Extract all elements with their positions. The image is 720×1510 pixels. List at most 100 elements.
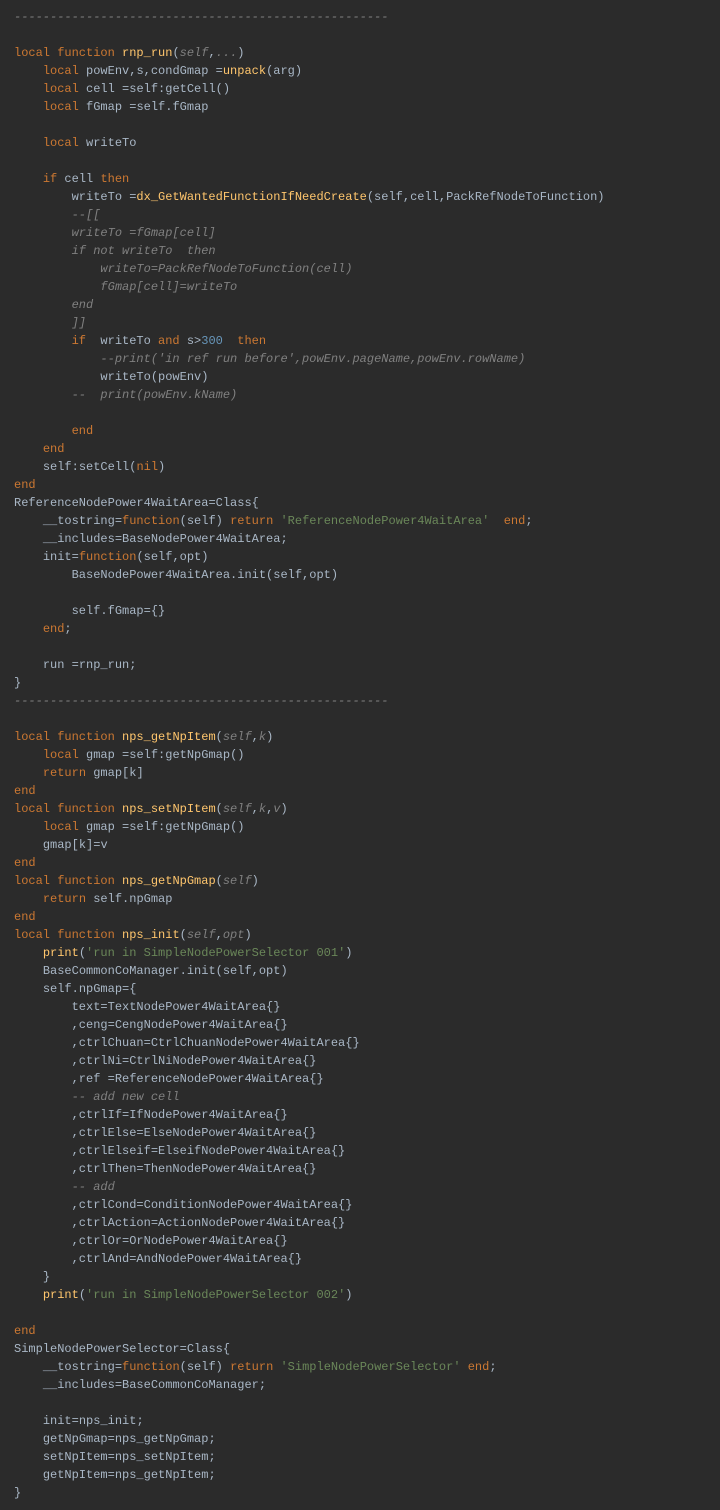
token-nm: SimpleNodePowerSelector (14, 1342, 180, 1356)
code-line[interactable]: } (14, 1486, 21, 1500)
code-line[interactable]: ReferenceNodePower4WaitArea=Class{ (14, 496, 259, 510)
code-line[interactable]: end (14, 784, 36, 798)
code-line[interactable]: if cell then (14, 172, 129, 186)
code-line[interactable]: writeTo=PackRefNodeToFunction(cell) (14, 262, 352, 276)
code-line[interactable]: local gmap =self:getNpGmap() (14, 748, 244, 762)
code-line[interactable]: local function rnp_run(self,...) (14, 46, 244, 60)
token-kw: local (43, 748, 86, 762)
code-line[interactable]: print('run in SimpleNodePowerSelector 00… (14, 1288, 352, 1302)
code-line[interactable]: ,ctrlThen=ThenNodePower4WaitArea{} (14, 1162, 316, 1176)
token-nm: ) (158, 460, 165, 474)
code-line[interactable]: ,ctrlElseif=ElseifNodePower4WaitArea{} (14, 1144, 345, 1158)
token-pun: (self) (180, 1360, 230, 1374)
token-op: = (216, 64, 223, 78)
code-line[interactable]: __tostring=function(self) return 'Refere… (14, 514, 533, 528)
code-line[interactable]: if writeTo and s>300 then (14, 334, 266, 348)
code-line[interactable]: return gmap[k] (14, 766, 144, 780)
code-line[interactable]: writeTo =fGmap[cell] (14, 226, 216, 240)
code-line[interactable]: } (14, 1270, 50, 1284)
code-line[interactable]: --print('in ref run before',powEnv.pageN… (14, 352, 525, 366)
code-line[interactable]: BaseNodePower4WaitArea.init(self,opt) (14, 568, 338, 582)
code-line[interactable]: ,ceng=CengNodePower4WaitArea{} (14, 1018, 288, 1032)
code-line[interactable]: local writeTo (14, 136, 136, 150)
code-line[interactable]: setNpItem=nps_setNpItem; (14, 1450, 216, 1464)
code-line[interactable]: run =rnp_run; (14, 658, 136, 672)
code-line[interactable]: -- add (14, 1180, 115, 1194)
token-pun: ( (216, 802, 223, 816)
code-line[interactable]: ,ctrlOr=OrNodePower4WaitArea{} (14, 1234, 288, 1248)
code-line[interactable]: getNpItem=nps_getNpItem; (14, 1468, 216, 1482)
code-line[interactable]: local cell =self:getCell() (14, 82, 230, 96)
code-line[interactable]: self.npGmap={ (14, 982, 136, 996)
code-line[interactable]: ,ctrlCond=ConditionNodePower4WaitArea{} (14, 1198, 352, 1212)
code-line[interactable]: ]] (14, 316, 86, 330)
code-line[interactable]: __includes=BaseNodePower4WaitArea; (14, 532, 288, 546)
code-line[interactable]: local function nps_getNpGmap(self) (14, 874, 259, 888)
code-line[interactable]: ,ctrlElse=ElseNodePower4WaitArea{} (14, 1126, 316, 1140)
code-line[interactable]: return self.npGmap (14, 892, 172, 906)
token-pun: ; (525, 514, 532, 528)
code-line[interactable]: end; (14, 622, 72, 636)
code-line[interactable]: __includes=BaseCommonCoManager; (14, 1378, 266, 1392)
code-line[interactable]: local powEnv,s,condGmap =unpack(arg) (14, 64, 302, 78)
code-line[interactable]: fGmap[cell]=writeTo (14, 280, 237, 294)
code-line[interactable]: writeTo(powEnv) (14, 370, 208, 384)
code-line[interactable]: local function nps_setNpItem(self,k,v) (14, 802, 288, 816)
code-line[interactable]: } (14, 676, 21, 690)
code-line[interactable]: __tostring=function(self) return 'Simple… (14, 1360, 497, 1374)
token-cmt: --[[ (72, 208, 101, 222)
code-line[interactable]: init=function(self,opt) (14, 550, 208, 564)
code-line[interactable]: ,ref =ReferenceNodePower4WaitArea{} (14, 1072, 324, 1086)
code-line[interactable]: init=nps_init; (14, 1414, 144, 1428)
token-nm: init (43, 550, 72, 564)
token-kw: end (489, 514, 525, 528)
code-line[interactable]: ,ctrlAnd=AndNodePower4WaitArea{} (14, 1252, 302, 1266)
code-line[interactable]: ,ctrlAction=ActionNodePower4WaitArea{} (14, 1216, 345, 1230)
code-line[interactable]: text=TextNodePower4WaitArea{} (14, 1000, 280, 1014)
code-line[interactable]: gmap[k]=v (14, 838, 108, 852)
code-line[interactable]: local function nps_getNpItem(self,k) (14, 730, 273, 744)
token-par: self (180, 46, 209, 60)
token-nm: nps_getNpGmap; (115, 1432, 216, 1446)
code-line[interactable]: local fGmap =self.fGmap (14, 100, 208, 114)
code-line[interactable]: local gmap =self:getNpGmap() (14, 820, 244, 834)
code-line[interactable]: ----------------------------------------… (14, 10, 388, 24)
code-line[interactable]: SimpleNodePowerSelector=Class{ (14, 1342, 230, 1356)
token-nm: v (100, 838, 107, 852)
code-line[interactable]: end (14, 478, 36, 492)
token-nm: getNpItem (43, 1468, 108, 1482)
code-line[interactable]: writeTo =dx_GetWantedFunctionIfNeedCreat… (14, 190, 605, 204)
code-line[interactable]: ,ctrlChuan=CtrlChuanNodePower4WaitArea{} (14, 1036, 360, 1050)
code-line[interactable]: end (14, 856, 36, 870)
code-line[interactable]: getNpGmap=nps_getNpGmap; (14, 1432, 216, 1446)
token-nm: text (72, 1000, 101, 1014)
token-op: = (129, 1252, 136, 1266)
token-nm: CengNodePower4WaitArea{} (115, 1018, 288, 1032)
token-str: 'run in SimpleNodePowerSelector 001' (86, 946, 345, 960)
code-line[interactable]: ----------------------------------------… (14, 694, 388, 708)
code-line[interactable]: -- print(powEnv.kName) (14, 388, 237, 402)
code-editor-content[interactable]: ----------------------------------------… (0, 0, 720, 1510)
code-line[interactable]: print('run in SimpleNodePowerSelector 00… (14, 946, 352, 960)
code-line[interactable]: end (14, 910, 36, 924)
token-kw: function (122, 1360, 180, 1374)
code-line[interactable]: --[[ (14, 208, 100, 222)
code-line[interactable]: -- add new cell (14, 1090, 180, 1104)
code-line[interactable]: ,ctrlIf=IfNodePower4WaitArea{} (14, 1108, 288, 1122)
code-line[interactable]: end (14, 442, 64, 456)
code-line[interactable]: end (14, 424, 93, 438)
code-line[interactable]: ,ctrlNi=CtrlNiNodePower4WaitArea{} (14, 1054, 316, 1068)
token-kw: then (223, 334, 266, 348)
token-kw: then (100, 172, 129, 186)
token-kw: return (230, 514, 280, 528)
code-line[interactable]: if not writeTo then (14, 244, 216, 258)
code-line[interactable]: local function nps_init(self,opt) (14, 928, 252, 942)
code-line[interactable]: end (14, 298, 93, 312)
code-line[interactable]: BaseCommonCoManager.init(self,opt) (14, 964, 288, 978)
token-cmt: writeTo=PackRefNodeToFunction(cell) (100, 262, 352, 276)
token-cmt: --print('in ref run before',powEnv.pageN… (100, 352, 525, 366)
token-nm: BaseNodePower4WaitArea; (122, 532, 288, 546)
code-line[interactable]: end (14, 1324, 36, 1338)
code-line[interactable]: self.fGmap={} (14, 604, 165, 618)
code-line[interactable]: self:setCell(nil) (14, 460, 165, 474)
